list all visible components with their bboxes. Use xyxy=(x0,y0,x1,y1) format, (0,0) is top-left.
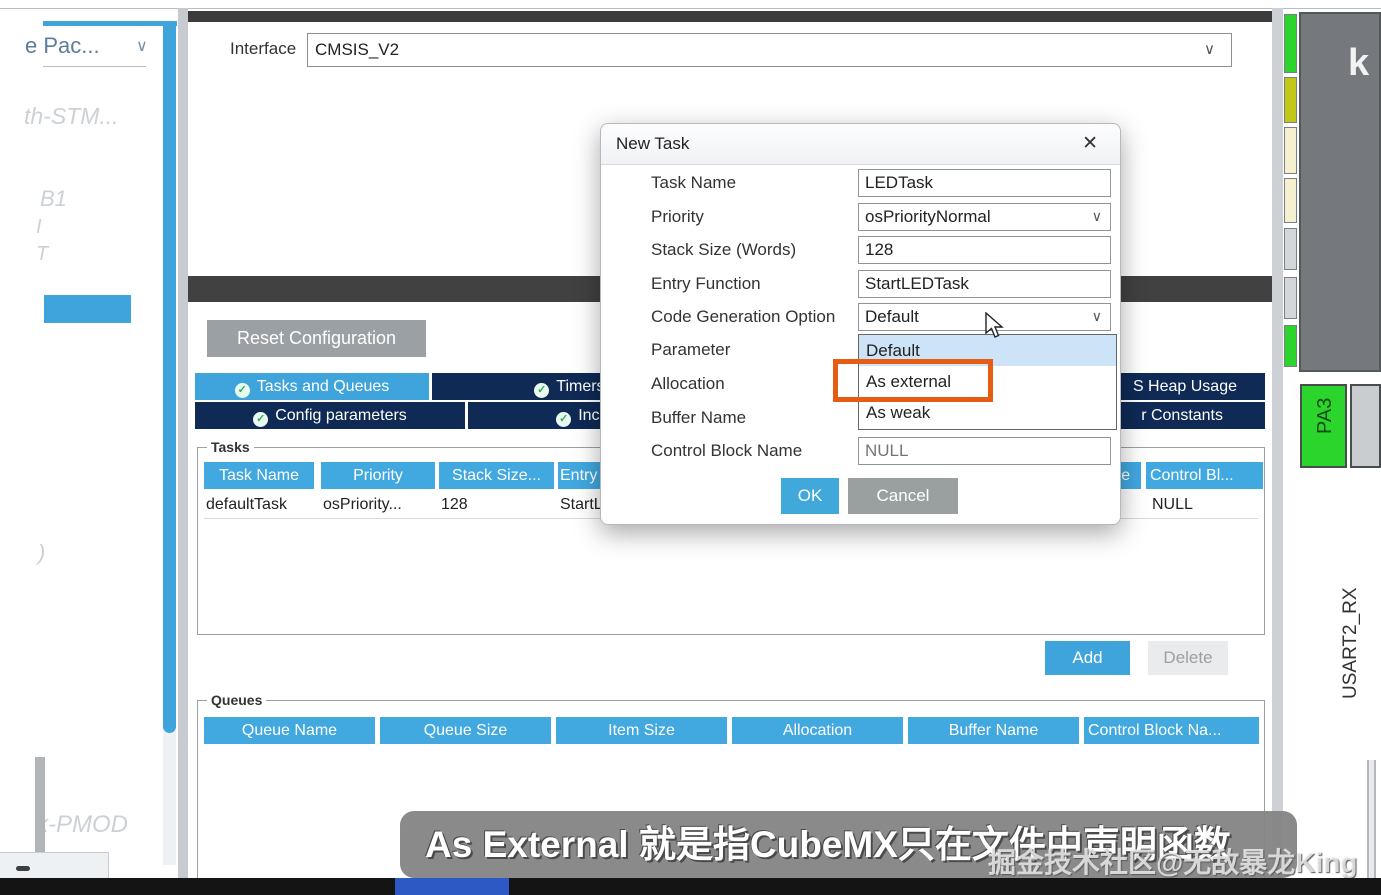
tasks-legend: Tasks xyxy=(207,439,254,455)
stack-size-label: Stack Size (Words) xyxy=(651,240,797,259)
task-name-label: Task Name xyxy=(651,173,737,192)
queues-col-header[interactable]: Control Block Na... xyxy=(1084,717,1259,744)
task-name-input[interactable] xyxy=(858,169,1111,197)
tab-label: Config parameters xyxy=(275,407,407,424)
sidebar-ghost-text: th-STM... xyxy=(24,103,119,129)
reset-configuration-button[interactable]: Reset Configuration xyxy=(207,320,426,357)
interface-select[interactable] xyxy=(307,33,1232,67)
chip-label: k xyxy=(1348,42,1370,84)
priority-value: osPriorityNormal xyxy=(865,207,991,226)
pinout-left-strip xyxy=(1272,8,1283,879)
pencil-icon xyxy=(16,866,30,871)
tab-label: Tasks and Queues xyxy=(256,378,390,395)
check-icon: ✓ xyxy=(253,412,269,427)
check-icon: ✓ xyxy=(534,383,550,398)
buffer-name-label: Buffer Name xyxy=(651,408,747,427)
task-row-cell[interactable]: StartL xyxy=(560,491,603,518)
sidebar-underline xyxy=(43,66,146,67)
queues-col-header[interactable]: Allocation xyxy=(732,717,903,744)
priority-select[interactable]: osPriorityNormal ∨ xyxy=(858,203,1111,231)
queues-col-header[interactable]: Buffer Name xyxy=(908,717,1079,744)
tab-tasks-and-queues[interactable]: ✓ Tasks and Queues xyxy=(195,373,429,400)
check-icon: ✓ xyxy=(556,412,572,427)
control-block-label: Control Block Name xyxy=(651,441,803,460)
entry-function-input[interactable] xyxy=(858,270,1111,298)
pin-gray[interactable] xyxy=(1350,384,1381,468)
pin-block-green[interactable] xyxy=(1284,14,1297,73)
sidebar-ghost-text: ) xyxy=(38,540,46,565)
sidebar-gray-bar xyxy=(35,757,45,862)
bottom-bar xyxy=(0,878,1381,895)
queues-legend: Queues xyxy=(207,692,267,708)
sidebar-ghost-text: k-PMOD xyxy=(36,811,128,838)
signal-label-wrap: USART2_RX xyxy=(1316,487,1361,707)
watermark-text: 掘金技术社区@无敌暴龙King xyxy=(988,847,1358,878)
pin-block-gray[interactable] xyxy=(1284,277,1297,319)
tasks-col-header[interactable]: Priority xyxy=(321,462,435,489)
main-top-bar xyxy=(188,11,1272,22)
cancel-button[interactable]: Cancel xyxy=(848,478,958,514)
pin-block-green[interactable] xyxy=(1284,325,1297,367)
task-row-cell[interactable]: defaultTask xyxy=(206,491,287,518)
queues-col-header[interactable]: Queue Name xyxy=(204,717,375,744)
delete-button[interactable]: Delete xyxy=(1148,641,1228,675)
queues-col-header[interactable]: Queue Size xyxy=(380,717,551,744)
allocation-label: Allocation xyxy=(651,374,725,393)
sidebar-ghost-text: I xyxy=(36,216,42,238)
tab-config-parameters[interactable]: ✓ Config parameters xyxy=(195,402,465,429)
entry-function-label: Entry Function xyxy=(651,274,761,293)
task-row-cell[interactable]: NULL xyxy=(1152,491,1193,518)
right-scrollbar[interactable] xyxy=(1367,760,1376,878)
tasks-col-header[interactable]: Stack Size... xyxy=(439,462,554,489)
tasks-col-header[interactable]: Task Name xyxy=(204,462,314,489)
task-row-cell[interactable]: osPriority... xyxy=(323,491,402,518)
progress-segment[interactable] xyxy=(395,878,509,895)
queues-col-header[interactable]: Item Size xyxy=(556,717,727,744)
pin-block-cream[interactable] xyxy=(1284,178,1297,223)
screen: e Pac... ∨ th-STM... B1 I T ) k-PMOD Int… xyxy=(0,0,1381,895)
chevron-down-icon: ∨ xyxy=(1091,308,1102,324)
top-divider xyxy=(0,8,1381,9)
code-generation-label: Code Generation Option xyxy=(651,307,836,326)
dialog-titlebar[interactable]: New Task ✕ xyxy=(601,124,1120,165)
sidebar-active-tab-indicator xyxy=(43,21,177,26)
priority-label: Priority xyxy=(651,207,704,226)
check-icon: ✓ xyxy=(234,383,250,398)
pin-block-gray[interactable] xyxy=(1284,228,1297,270)
new-task-dialog: New Task ✕ Task Name Priority osPriority… xyxy=(600,123,1121,525)
sidebar-ghost-text: B1 xyxy=(40,186,67,211)
signal-label: USART2_RX xyxy=(1340,587,1361,699)
add-button[interactable]: Add xyxy=(1045,641,1130,675)
chevron-down-icon[interactable]: ∨ xyxy=(136,36,148,56)
sidebar-blue-button[interactable] xyxy=(44,295,131,323)
parameter-label: Parameter xyxy=(651,340,731,359)
sidebar-pack-label[interactable]: e Pac... xyxy=(25,33,135,59)
pin-pa3-label: PA3 xyxy=(1314,397,1336,434)
tasks-col-header[interactable]: Control Bl... xyxy=(1146,462,1263,489)
interface-label: Interface xyxy=(230,39,297,58)
chevron-down-icon[interactable]: ∨ xyxy=(1204,40,1215,58)
pin-block-yellow[interactable] xyxy=(1284,77,1297,123)
chevron-down-icon: ∨ xyxy=(1091,208,1102,224)
panel-separator xyxy=(178,8,188,879)
interface-value: CMSIS_V2 xyxy=(315,40,400,59)
code-generation-value: Default xyxy=(865,307,919,326)
orange-highlight-box xyxy=(833,359,993,402)
sidebar-ghost-text: T xyxy=(36,243,49,265)
mouse-cursor xyxy=(985,312,1004,338)
tab-label: r Constants xyxy=(1141,407,1223,424)
stack-size-input[interactable] xyxy=(858,236,1111,264)
ok-button[interactable]: OK xyxy=(781,478,839,514)
task-row-cell[interactable]: 128 xyxy=(441,491,468,518)
pin-pa3[interactable]: PA3 xyxy=(1300,384,1347,468)
pin-block-cream[interactable] xyxy=(1284,127,1297,174)
control-block-input[interactable] xyxy=(858,437,1111,465)
sidebar-scrollbar-thumb[interactable] xyxy=(163,25,176,733)
dialog-title: New Task xyxy=(616,134,690,153)
tab-label: S Heap Usage xyxy=(1132,378,1237,395)
close-icon[interactable]: ✕ xyxy=(1082,132,1098,155)
